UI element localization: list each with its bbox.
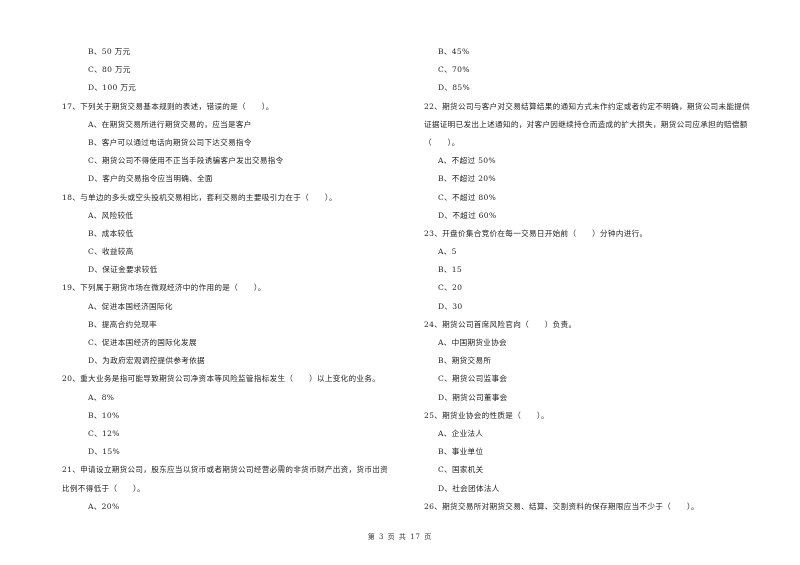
- question-stem: 18、与单边的多头或空头投机交易相比，套利交易的主要吸引力在于（ ）。: [62, 192, 337, 202]
- answer-option: B、50 万元: [88, 47, 131, 56]
- answer-option: B、客户可以通过电话向期货公司下达交易指令: [88, 137, 252, 147]
- question-stem: 26、期货交易所对期货交易、结算、交割资料的保存期限应当不少于（ ）。: [424, 501, 699, 511]
- answer-option: C、20: [438, 283, 463, 293]
- question-stem: 17、下列关于期货交易基本规则的表述，错误的是（ ）。: [62, 101, 274, 111]
- page-footer: 第 3 页 共 17 页: [367, 533, 433, 541]
- question-continuation: （ ）。: [424, 137, 460, 147]
- left-column: B、50 万元 C、80 万元 D、100 万元 17、下列关于期货交易基本规则的表述…: [62, 43, 402, 516]
- answer-option: B、15: [438, 265, 463, 275]
- answer-option: A、8%: [88, 392, 115, 402]
- question-continuation: 比例不得低于（ ）。: [62, 483, 146, 493]
- question-stem: 21、申请设立期货公司，股东应当以货币或者期货公司经营必需的非货币财产出资，货币…: [62, 465, 389, 475]
- answer-option: D、为政府宏观调控提供参考依据: [88, 356, 205, 366]
- question-stem: 22、期货公司与客户对交易结算结果的通知方式未作约定或者约定不明确，期货公司未能…: [424, 101, 751, 111]
- answer-option: A、企业法人: [438, 428, 484, 438]
- answer-option: B、不超过 20%: [438, 174, 496, 184]
- answer-option: A、促进本国经济国际化: [88, 301, 173, 311]
- question-stem: 23、开盘价集合竞价在每一交易日开始前（ ）分钟内进行。: [424, 228, 648, 238]
- answer-option: A、5: [438, 247, 457, 257]
- question-stem: 25、期货业协会的性质是（ ）。: [424, 410, 549, 420]
- answer-option: C、促进本国经济的国际化发展: [88, 338, 197, 347]
- question-stem: 24、期货公司首席风险官向（ ）负责。: [424, 319, 577, 329]
- answer-option: C、期货公司不得使用不正当手段诱骗客户发出交易指令: [88, 156, 284, 166]
- answer-option: D、保证金要求较低: [88, 265, 158, 275]
- answer-option: C、70%: [438, 65, 470, 75]
- answer-option: D、不超过 60%: [438, 210, 497, 220]
- question-stem: 19、下列属于期货市场在微观经济中的作用的是（ ）。: [62, 283, 266, 293]
- answer-option: A、在期货交易所进行期货交易的，应当是客户: [88, 119, 252, 129]
- answer-option: B、事业单位: [438, 447, 484, 457]
- answer-option: D、客户的交易指令应当明确、全面: [88, 174, 213, 184]
- answer-option: C、12%: [88, 428, 120, 438]
- answer-option: B、10%: [88, 410, 120, 420]
- answer-option: A、20%: [88, 501, 120, 511]
- answer-option: C、期货公司监事会: [438, 374, 508, 384]
- answer-option: D、期货公司董事会: [438, 392, 508, 402]
- answer-option: D、社会团体法人: [438, 483, 500, 493]
- answer-option: B、成本较低: [88, 228, 134, 238]
- answer-option: B、45%: [438, 47, 470, 56]
- answer-option: B、提高合约兑现率: [88, 319, 158, 329]
- answer-option: D、100 万元: [88, 83, 137, 93]
- answer-option: C、国家机关: [438, 465, 484, 475]
- answer-option: C、不超过 80%: [438, 192, 497, 202]
- answer-option: D、15%: [88, 447, 121, 457]
- answer-option: C、80 万元: [88, 65, 131, 75]
- question-stem: 20、重大业务是指可能导致期货公司净资本等风险监管指标发生（ ）以上变化的业务。: [62, 374, 381, 384]
- answer-option: D、85%: [438, 83, 471, 93]
- answer-option: A、不超过 50%: [438, 156, 496, 166]
- answer-option: A、风险较低: [88, 210, 134, 220]
- right-column: B、45% C、70% D、85% 22、期货公司与客户对交易结算结果的通知方式未作约…: [424, 43, 764, 516]
- question-continuation: 证据证明已发出上述通知的，对客户因继续持仓而造成的扩大损失，期货公司应承担的赔偿…: [424, 119, 748, 129]
- answer-option: B、期货交易所: [438, 356, 492, 366]
- answer-option: A、中国期货业协会: [438, 338, 507, 347]
- answer-option: C、收益较高: [88, 247, 134, 257]
- answer-option: D、30: [438, 301, 463, 311]
